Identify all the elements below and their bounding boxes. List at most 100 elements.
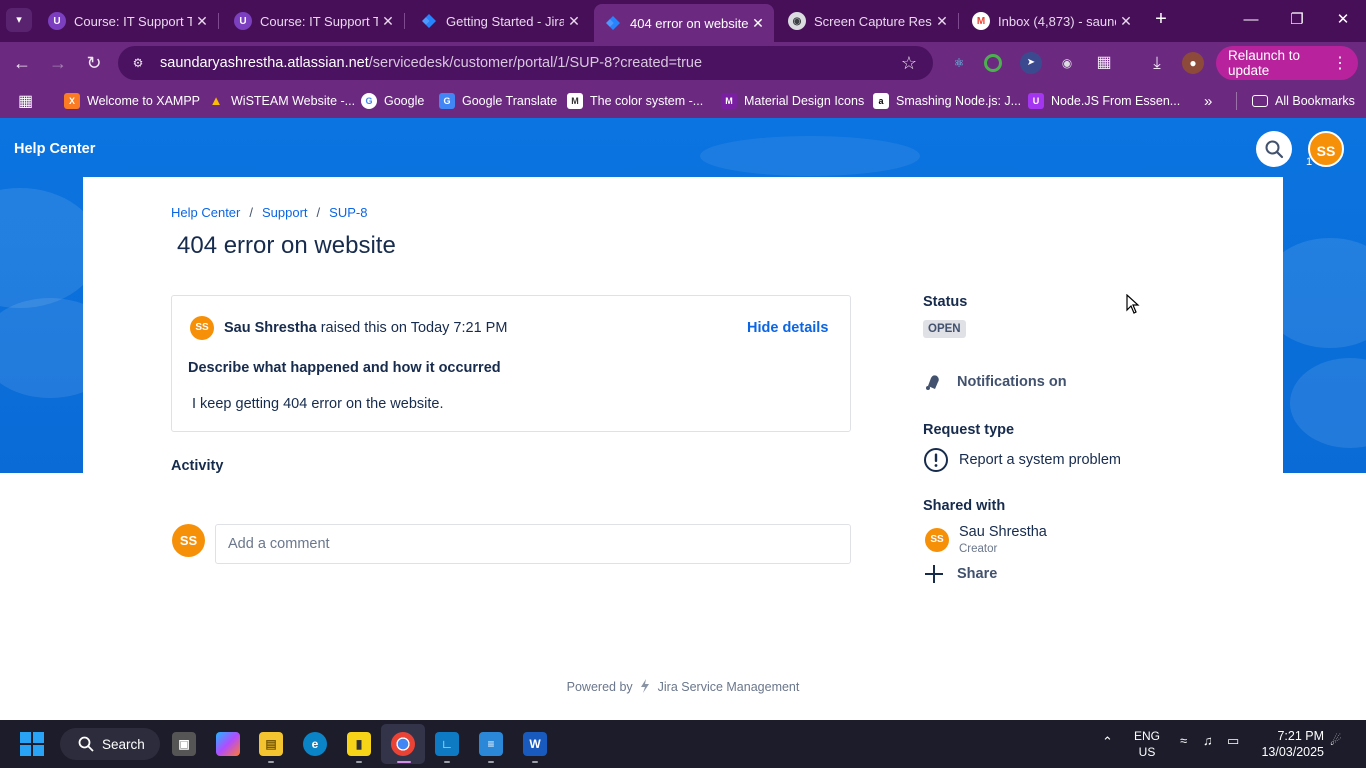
maximize-button[interactable]: ❐ xyxy=(1282,8,1312,32)
share-button[interactable]: Share xyxy=(923,563,997,585)
sticky-notes-icon[interactable]: ▮ xyxy=(347,732,371,756)
search-button[interactable] xyxy=(1256,131,1292,167)
bookmark-label: Welcome to XAMPP xyxy=(87,94,201,108)
copilot-icon[interactable] xyxy=(216,732,240,756)
notification-bell-icon[interactable]: ☄ xyxy=(1330,733,1342,749)
bookmark-label: Smashing Node.js: J... xyxy=(896,94,1022,108)
new-tab-button[interactable]: + xyxy=(1150,8,1172,32)
bookmark-item[interactable]: a Smashing Node.js: J... xyxy=(873,91,1021,111)
site-info-icon[interactable]: ⚙ xyxy=(130,56,146,70)
edge-icon[interactable]: e xyxy=(303,732,327,756)
extension-ring-icon[interactable] xyxy=(984,54,1002,72)
reload-button[interactable]: ↻ xyxy=(82,51,106,75)
url-path: /servicedesk/customer/portal/1/SUP-8?cre… xyxy=(368,55,703,71)
help-center-home-link[interactable]: Help Center xyxy=(14,141,95,157)
browser-tab[interactable]: U Course: IT Support Te ✕ xyxy=(38,4,218,38)
windows-logo-icon xyxy=(33,732,44,743)
breadcrumb: Help Center / Support / SUP-8 xyxy=(171,205,367,220)
more-menu-icon[interactable]: ⋮ xyxy=(1332,53,1348,73)
start-button[interactable] xyxy=(20,732,44,756)
close-window-button[interactable]: ✕ xyxy=(1328,8,1358,32)
bookmark-item[interactable]: G Google Translate xyxy=(439,91,557,111)
browser-tab[interactable]: U Course: IT Support Te ✕ xyxy=(224,4,404,38)
request-details-panel: SS Sau Shrestha raised this on Today 7:2… xyxy=(171,295,851,432)
browser-tab[interactable]: Getting Started - Jira ✕ xyxy=(410,4,590,38)
address-bar[interactable]: ⚙ saundaryashrestha.atlassian.net/servic… xyxy=(118,46,933,80)
notification-count: 1 xyxy=(1306,156,1313,168)
bookmark-item[interactable]: M Material Design Icons xyxy=(721,91,864,111)
breadcrumb-issue-key[interactable]: SUP-8 xyxy=(329,205,367,220)
alert-circle-icon xyxy=(924,448,948,472)
google-icon: G xyxy=(361,93,377,109)
word-icon[interactable]: W xyxy=(523,732,547,756)
url-text[interactable]: saundaryashrestha.atlassian.net/serviced… xyxy=(160,55,899,71)
hide-details-button[interactable]: Hide details xyxy=(747,320,828,336)
close-icon[interactable]: ✕ xyxy=(1116,13,1136,30)
mdi-icon: M xyxy=(721,93,737,109)
browser-tab-active[interactable]: 404 error on website ✕ xyxy=(594,4,774,42)
forward-button[interactable]: → xyxy=(46,51,70,75)
bookmark-item[interactable]: U Node.JS From Essen... xyxy=(1028,91,1180,111)
task-view-icon[interactable]: ▣ xyxy=(172,732,196,756)
bookmark-star-icon[interactable]: ☆ xyxy=(899,53,919,74)
back-button[interactable]: ← xyxy=(10,51,34,75)
breadcrumb-support[interactable]: Support xyxy=(262,205,308,220)
comment-input[interactable] xyxy=(215,524,851,564)
clock-time: 7:21 PM xyxy=(1277,729,1324,743)
lms-icon: U xyxy=(48,12,66,30)
plus-icon xyxy=(925,565,943,583)
language-indicator[interactable]: ENG US xyxy=(1134,728,1160,760)
tab-title: Course: IT Support Te xyxy=(74,13,192,29)
battery-icon[interactable]: ▭ xyxy=(1227,733,1239,749)
page-title: 404 error on website xyxy=(177,232,396,259)
vscode-icon[interactable]: ∟ xyxy=(435,732,459,756)
bookmark-label: Node.JS From Essen... xyxy=(1051,94,1181,108)
taskbar-search[interactable]: Search xyxy=(60,728,160,760)
close-icon[interactable]: ✕ xyxy=(564,13,584,30)
react-devtools-icon[interactable]: ⚛ xyxy=(948,52,970,74)
download-icon[interactable]: ⤓ xyxy=(1146,52,1168,74)
notepad-icon[interactable]: ≡ xyxy=(479,732,503,756)
tab-divider xyxy=(404,13,405,29)
browser-tab[interactable]: ◉ Screen Capture Resul ✕ xyxy=(778,4,958,38)
browser-tab[interactable]: M Inbox (4,873) - saund ✕ xyxy=(962,4,1142,38)
cursor-extension-icon[interactable]: ➤ xyxy=(1020,52,1042,74)
bookmark-item[interactable]: M The color system -... xyxy=(567,91,703,111)
wifi-icon[interactable]: ≈ xyxy=(1180,733,1187,748)
close-icon[interactable]: ✕ xyxy=(378,13,398,30)
mouse-cursor xyxy=(1126,294,1140,314)
apps-grid-icon[interactable]: ▦ xyxy=(18,91,33,111)
windows-taskbar: Search ▣ ▤ e ▮ ∟ ≡ W ⌃ ENG US ≈ ♫ ▭ 7:21… xyxy=(0,720,1366,768)
close-icon[interactable]: ✕ xyxy=(748,15,768,32)
more-bookmarks-icon[interactable]: » xyxy=(1204,91,1212,111)
show-hidden-icons[interactable]: ⌃ xyxy=(1102,734,1113,750)
tab-search-button[interactable]: ▾ xyxy=(6,8,32,32)
minimize-button[interactable]: — xyxy=(1236,8,1266,32)
language-code: ENG xyxy=(1134,729,1161,743)
volume-icon[interactable]: ♫ xyxy=(1203,733,1213,748)
tab-title: Getting Started - Jira xyxy=(446,13,564,29)
notifications-toggle[interactable]: Notifications on xyxy=(923,371,1067,393)
close-icon[interactable]: ✕ xyxy=(192,13,212,30)
close-icon[interactable]: ✕ xyxy=(932,13,952,30)
all-bookmarks-button[interactable]: All Bookmarks xyxy=(1252,91,1355,111)
search-icon xyxy=(1265,140,1284,159)
bookmark-label: Google xyxy=(384,94,425,108)
user-avatar[interactable]: SS xyxy=(1308,131,1344,167)
shared-person-avatar: SS xyxy=(925,528,949,552)
file-explorer-icon[interactable]: ▤ xyxy=(259,732,283,756)
relaunch-button[interactable]: Relaunch to update ⋮ xyxy=(1216,46,1358,80)
bookmark-item[interactable]: ▲ WiSTEAM Website -... xyxy=(208,91,356,111)
profile-avatar[interactable]: ● xyxy=(1182,52,1204,74)
bookmark-item[interactable]: G Google xyxy=(361,91,424,111)
powered-by-footer[interactable]: Powered by Jira Service Management xyxy=(83,679,1283,694)
chrome-icon[interactable] xyxy=(391,732,415,756)
bookmark-item[interactable]: X Welcome to XAMPP xyxy=(64,91,200,111)
extensions-puzzle-icon[interactable]: ▦ xyxy=(1093,52,1115,74)
clock[interactable]: 7:21 PM 13/03/2025 xyxy=(1252,728,1324,760)
shared-person: SS Sau Shrestha Creator xyxy=(925,524,1225,560)
breadcrumb-help-center[interactable]: Help Center xyxy=(171,205,240,220)
screenshot-extension-icon[interactable]: ◉ xyxy=(1056,52,1078,74)
bookmarks-divider xyxy=(1236,92,1237,110)
jira-logo-icon xyxy=(641,679,650,693)
